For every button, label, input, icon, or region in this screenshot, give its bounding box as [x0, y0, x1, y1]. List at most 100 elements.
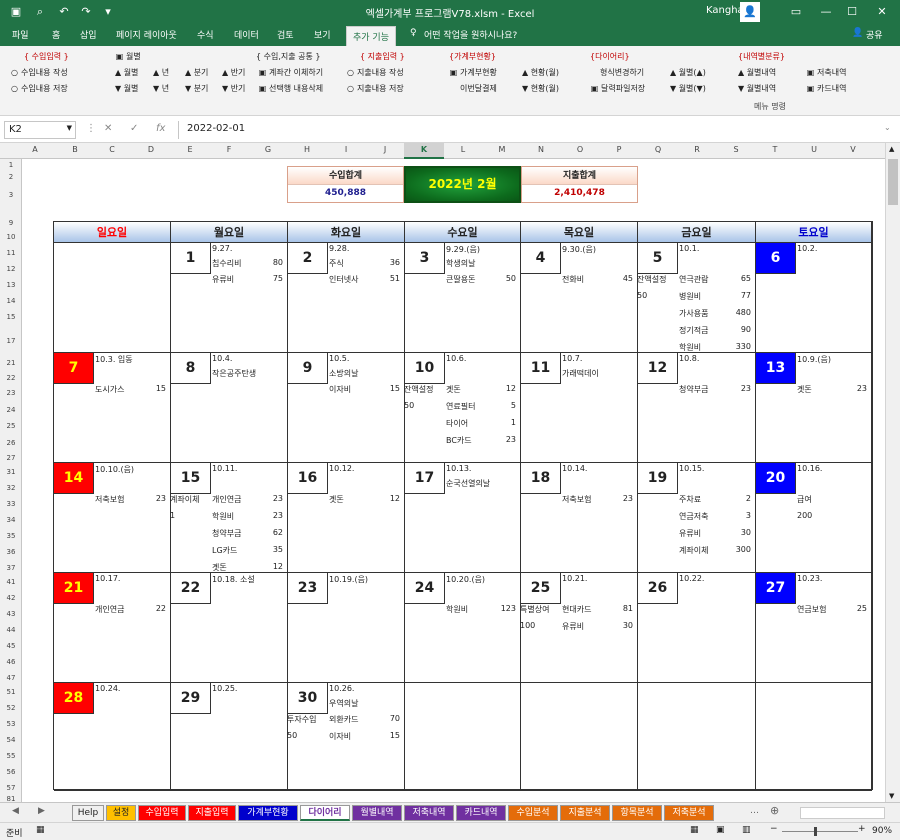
column-header-selected[interactable]: K	[404, 143, 444, 159]
row-header[interactable]: 13	[0, 281, 22, 289]
save-income-button[interactable]: ○ 수입내용 저장	[10, 83, 68, 94]
row-header[interactable]: 53	[0, 720, 22, 728]
calendar-day-cell[interactable]: 30 10.26. 우역의날 투자수입 외환카드 70 50 이자비 15	[287, 683, 405, 791]
sheet-tab[interactable]: 지출분석	[560, 805, 610, 821]
page-break-icon[interactable]: ▥	[742, 825, 751, 835]
half-up-button[interactable]: ▲ 반기	[222, 67, 245, 78]
calendar-day-cell[interactable]: 28 10.24.	[54, 683, 171, 791]
column-header[interactable]: S	[729, 145, 743, 154]
row-header[interactable]: 57	[0, 784, 22, 792]
tell-me-icon[interactable]: ♀	[410, 28, 417, 38]
name-box[interactable]: K2 ▼	[4, 121, 76, 139]
calendar-day-cell[interactable]: 15 10.11. 계좌이체 개인연금 23 1 학원비 23 청약부금 62 LG카드 35 곗돈 12	[170, 463, 288, 573]
sheet-next-icon[interactable]: ▶	[38, 806, 45, 816]
row-header[interactable]: 1	[0, 161, 22, 169]
column-header[interactable]: G	[261, 145, 275, 154]
sheet-tab[interactable]: 다이어리	[300, 805, 350, 821]
calendar-day-cell[interactable]	[756, 683, 872, 791]
sheet-tab[interactable]: 월별내역	[352, 805, 402, 821]
calendar-day-cell[interactable]: 12 10.8. 청약부금 23	[638, 353, 756, 463]
tab-home[interactable]: 홈	[52, 28, 60, 41]
tab-insert[interactable]: 삽입	[80, 28, 97, 41]
row-header[interactable]: 2	[0, 173, 22, 181]
calendar-day-cell[interactable]: 2 9.28. 주식 36 인터넷사 51	[288, 243, 405, 353]
column-header[interactable]: I	[339, 145, 353, 154]
calendar-day-cell[interactable]: 27 10.23. 연금보험 25	[756, 573, 872, 683]
zoom-slider-handle[interactable]	[814, 827, 817, 836]
calendar-day-cell[interactable]: 25 10.21. 특별상여 현대카드 81 100 유류비 30	[520, 573, 638, 683]
write-income-button[interactable]: ○ 수입내용 작성	[10, 67, 68, 78]
user-name[interactable]: Kangha	[706, 5, 744, 16]
sheet-tab[interactable]: Help	[72, 805, 104, 821]
column-header[interactable]: N	[534, 145, 548, 154]
sheet-tab[interactable]: 수입입력	[138, 805, 186, 821]
calendar-day-cell[interactable]: 22 10.18. 소설	[171, 573, 288, 683]
normal-view-icon[interactable]: ▦	[690, 825, 699, 835]
sheet-tab[interactable]: 설정	[106, 805, 136, 821]
column-header[interactable]: P	[612, 145, 626, 154]
calendar-day-cell[interactable]	[521, 683, 638, 791]
column-header[interactable]: D	[144, 145, 158, 154]
delete-row-button[interactable]: ▣ 선택행 내용삭제	[258, 83, 323, 94]
monthly-up-button[interactable]: ▲ 월별	[115, 67, 138, 78]
row-header[interactable]: 41	[0, 578, 22, 586]
status-month-up-button[interactable]: ▲ 현황(월)	[522, 67, 559, 78]
column-header[interactable]: V	[846, 145, 860, 154]
row-header[interactable]: 46	[0, 658, 22, 666]
row-header[interactable]: 47	[0, 674, 22, 682]
account-transfer-button[interactable]: ▣ 계좌간 이체하기	[258, 67, 323, 78]
calendar-day-cell[interactable]	[54, 243, 171, 353]
row-header[interactable]: 9	[0, 219, 22, 227]
row-header[interactable]: 10	[0, 233, 22, 241]
row-header[interactable]: 44	[0, 626, 22, 634]
row-header[interactable]: 17	[0, 337, 22, 345]
zoom-in-icon[interactable]: +	[858, 824, 866, 834]
calendar-day-cell[interactable]: 26 10.22.	[638, 573, 756, 683]
scroll-down-icon[interactable]: ▼	[889, 792, 894, 800]
tab-review[interactable]: 검토	[277, 28, 294, 41]
monthly-down-button[interactable]: ▼ 월별	[115, 83, 138, 94]
monthly-detail-up-button[interactable]: ▲ 월별내역	[738, 67, 776, 78]
maximize-icon[interactable]: ☐	[838, 2, 866, 22]
sheet-tab[interactable]: 지출입력	[188, 805, 236, 821]
scroll-up-icon[interactable]: ▲	[889, 145, 894, 153]
row-header[interactable]: 25	[0, 422, 22, 430]
monthly-detail-down-button[interactable]: ▼ 월별내역	[738, 83, 776, 94]
calendar-day-cell[interactable]: 3 9.29.(음) 학생의날 큰딸용돈 50	[405, 243, 521, 353]
column-header[interactable]: L	[456, 145, 470, 154]
sheet-tab[interactable]: 카드내역	[456, 805, 506, 821]
horizontal-scrollbar[interactable]	[800, 807, 885, 819]
zoom-slider[interactable]	[782, 831, 858, 832]
diary-month-up-button[interactable]: ▲ 월별(▲)	[670, 67, 706, 78]
column-header[interactable]: T	[768, 145, 782, 154]
tab-page-layout[interactable]: 페이지 레이아웃	[116, 28, 177, 41]
calendar-day-cell[interactable]: 5 10.1. 잔액설정 연극관람 65 50 병원비 77 가사용품 480 정기적금 90 학원비 3…	[637, 243, 756, 353]
tab-add-ins[interactable]: 추가 기능	[346, 26, 396, 46]
calendar-day-cell[interactable]: 19 10.15. 주차료 2 연금저축 3 유류비 30 계좌이체 300	[638, 463, 756, 573]
column-header[interactable]: B	[68, 145, 82, 154]
column-header[interactable]: U	[807, 145, 821, 154]
calendar-day-cell[interactable]: 11 10.7. 가래떡데이	[521, 353, 638, 463]
calendar-day-cell[interactable]: 7 10.3. 입동 도시가스 15	[54, 353, 171, 463]
tab-file[interactable]: 파일	[12, 28, 29, 41]
minimize-icon[interactable]: —	[812, 2, 840, 22]
row-header[interactable]: 3	[0, 191, 22, 199]
quarter-up-button[interactable]: ▲ 분기	[185, 67, 208, 78]
savings-detail-button[interactable]: ▣ 저축내역	[806, 67, 847, 78]
tell-me-search[interactable]: 어떤 작업을 원하시나요?	[424, 28, 517, 41]
row-header[interactable]: 34	[0, 516, 22, 524]
row-header[interactable]: 32	[0, 484, 22, 492]
calendar-day-cell[interactable]: 17 10.13. 순국선열의날	[405, 463, 521, 573]
household-status-button[interactable]: ▣ 가계부현황	[449, 67, 497, 78]
calendar-day-cell[interactable]: 8 10.4. 작은공주탄생	[171, 353, 288, 463]
month-title[interactable]: 2022년 2월	[404, 166, 521, 203]
calendar-day-cell[interactable]: 6 10.2.	[756, 243, 872, 353]
enter-icon[interactable]: ✓	[130, 123, 138, 134]
year-down-button[interactable]: ▼ 년	[153, 83, 169, 94]
sheet-prev-icon[interactable]: ◀	[12, 806, 19, 816]
column-header[interactable]: E	[183, 145, 197, 154]
calendar-day-cell[interactable]	[638, 683, 756, 791]
row-header[interactable]: 42	[0, 594, 22, 602]
save-calendar-button[interactable]: ▣ 달력파일저장	[590, 83, 645, 94]
status-month-down-button[interactable]: ▼ 현황(월)	[522, 83, 559, 94]
